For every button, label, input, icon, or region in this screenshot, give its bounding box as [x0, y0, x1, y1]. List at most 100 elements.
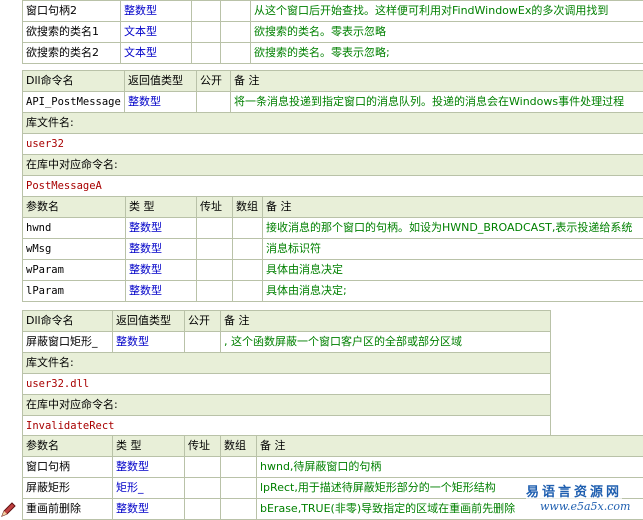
pencil-cursor-icon [0, 502, 16, 518]
param-type[interactable]: 矩形_ [113, 478, 185, 499]
alias-value-row[interactable]: InvalidateRect [23, 416, 551, 437]
param-type-header: 类 型 [126, 197, 197, 218]
param-array[interactable] [221, 457, 257, 478]
param-array[interactable] [233, 218, 263, 239]
param-name[interactable]: lParam [23, 281, 126, 302]
param-byaddr[interactable] [197, 281, 233, 302]
lib-value-row[interactable]: user32.dll [23, 374, 551, 395]
param-type[interactable]: 文本型 [121, 43, 192, 64]
param-type[interactable]: 整数型 [126, 239, 197, 260]
dll-public-cell[interactable] [197, 92, 231, 113]
param-type[interactable]: 整数型 [113, 457, 185, 478]
alias-label: 在库中对应命令名: [23, 395, 551, 416]
param-array[interactable] [221, 478, 257, 499]
param-note[interactable]: 欲搜索的类名。零表示忽略; [251, 43, 643, 64]
alias-value-row[interactable]: PostMessageA [23, 176, 643, 197]
dll-public-cell[interactable] [185, 332, 221, 353]
param-type[interactable]: 整数型 [126, 260, 197, 281]
alias-value[interactable]: InvalidateRect [23, 416, 551, 437]
dll-ret-type[interactable]: 整数型 [125, 92, 197, 113]
param-byaddr[interactable] [185, 499, 221, 520]
param-note[interactable]: 从这个窗口后开始查找。这样便可利用对FindWindowEx的多次调用找到 [251, 1, 643, 22]
table-row[interactable]: wParam 整数型 具体由消息决定 [23, 260, 643, 281]
param-name[interactable]: hwnd [23, 218, 126, 239]
param-type[interactable]: 整数型 [126, 281, 197, 302]
param-name-header: 参数名 [23, 436, 113, 457]
param-name[interactable]: 欲搜索的类名2 [23, 43, 121, 64]
param-array[interactable] [221, 1, 251, 22]
param-note-header: 备 注 [263, 197, 643, 218]
param-name[interactable]: 欲搜索的类名1 [23, 22, 121, 43]
lib-value-row[interactable]: user32 [23, 134, 643, 155]
dll-cmd-header: Dll命令名 [23, 71, 125, 92]
table-row[interactable]: lParam 整数型 具体由消息决定; [23, 281, 643, 302]
watermark-site-name: 易语言资源网 [526, 481, 622, 500]
param-type[interactable]: 整数型 [113, 499, 185, 520]
site-watermark: 易语言资源网 www.e5a5x.com [500, 480, 643, 518]
param-note[interactable]: hwnd,待屏蔽窗口的句柄 [257, 457, 643, 478]
dll-command-table-invalidaterect: Dll命令名 返回值类型 公开 备 注 屏蔽窗口矩形_ 整数型 , 这个函数屏蔽… [22, 310, 551, 437]
dll-cmd-name[interactable]: 屏蔽窗口矩形_ [23, 332, 113, 353]
param-note[interactable]: 欲搜索的类名。零表示忽略 [251, 22, 643, 43]
prev-param-table: 窗口句柄2 整数型 从这个窗口后开始查找。这样便可利用对FindWindowEx… [22, 0, 643, 64]
table-row[interactable]: 窗口句柄 整数型 hwnd,待屏蔽窗口的句柄 [23, 457, 643, 478]
param-name[interactable]: 窗口句柄 [23, 457, 113, 478]
param-array-header: 数组 [221, 436, 257, 457]
dll-ret-type[interactable]: 整数型 [113, 332, 185, 353]
param-byaddr[interactable] [185, 457, 221, 478]
param-byaddr[interactable] [185, 478, 221, 499]
dll-ret-header: 返回值类型 [113, 311, 185, 332]
param-array[interactable] [233, 281, 263, 302]
dll-note-header: 备 注 [221, 311, 551, 332]
param-name[interactable]: wMsg [23, 239, 126, 260]
param-byaddr[interactable] [192, 1, 221, 22]
watermark-url: www.e5a5x.com [540, 500, 630, 513]
param-type[interactable]: 整数型 [121, 1, 192, 22]
param-note[interactable]: 具体由消息决定 [263, 260, 643, 281]
param-byaddr-header: 传址 [185, 436, 221, 457]
param-name[interactable]: 窗口句柄2 [23, 1, 121, 22]
table-row[interactable]: wMsg 整数型 消息标识符 [23, 239, 643, 260]
param-byaddr[interactable] [192, 22, 221, 43]
alias-value[interactable]: PostMessageA [23, 176, 643, 197]
param-array[interactable] [221, 43, 251, 64]
dll-command-table-postmessage: Dll命令名 返回值类型 公开 备 注 API_PostMessage 整数型 … [22, 70, 643, 197]
dll-cmd-header: Dll命令名 [23, 311, 113, 332]
table-row[interactable]: 欲搜索的类名2 文本型 欲搜索的类名。零表示忽略; [23, 43, 643, 64]
param-byaddr[interactable] [197, 218, 233, 239]
lib-file-label: 库文件名: [23, 113, 643, 134]
lib-file-value[interactable]: user32.dll [23, 374, 551, 395]
dll-ret-header: 返回值类型 [125, 71, 197, 92]
param-note[interactable]: 消息标识符 [263, 239, 643, 260]
lib-label-row: 库文件名: [23, 113, 643, 134]
param-name[interactable]: wParam [23, 260, 126, 281]
param-name[interactable]: 重画前删除 [23, 499, 113, 520]
table-row[interactable]: hwnd 整数型 接收消息的那个窗口的句柄。如设为HWND_BROADCAST,… [23, 218, 643, 239]
dll-row[interactable]: 屏蔽窗口矩形_ 整数型 , 这个函数屏蔽一个窗口客户区的全部或部分区域 [23, 332, 551, 353]
param-array[interactable] [233, 239, 263, 260]
dll-note[interactable]: , 这个函数屏蔽一个窗口客户区的全部或部分区域 [221, 332, 551, 353]
table-row[interactable]: 窗口句柄2 整数型 从这个窗口后开始查找。这样便可利用对FindWindowEx… [23, 1, 643, 22]
alias-label: 在库中对应命令名: [23, 155, 643, 176]
dll-row[interactable]: API_PostMessage 整数型 将一条消息投递到指定窗口的消息队列。投递… [23, 92, 643, 113]
dll-header-row: Dll命令名 返回值类型 公开 备 注 [23, 311, 551, 332]
param-name-header: 参数名 [23, 197, 126, 218]
dll-note[interactable]: 将一条消息投递到指定窗口的消息队列。投递的消息会在Windows事件处理过程 [231, 92, 643, 113]
param-byaddr[interactable] [192, 43, 221, 64]
param-name[interactable]: 屏蔽矩形 [23, 478, 113, 499]
param-array[interactable] [221, 22, 251, 43]
table-row[interactable]: 欲搜索的类名1 文本型 欲搜索的类名。零表示忽略 [23, 22, 643, 43]
param-array[interactable] [233, 260, 263, 281]
dll-cmd-name[interactable]: API_PostMessage [23, 92, 125, 113]
param-array[interactable] [221, 499, 257, 520]
lib-file-value[interactable]: user32 [23, 134, 643, 155]
dll-header-row: Dll命令名 返回值类型 公开 备 注 [23, 71, 643, 92]
param-byaddr[interactable] [197, 239, 233, 260]
param-table-postmessage: 参数名 类 型 传址 数组 备 注 hwnd 整数型 接收消息的那个窗口的句柄。… [22, 196, 643, 302]
param-note[interactable]: 具体由消息决定; [263, 281, 643, 302]
param-note[interactable]: 接收消息的那个窗口的句柄。如设为HWND_BROADCAST,表示投递给系统 [263, 218, 643, 239]
param-array-header: 数组 [233, 197, 263, 218]
param-type[interactable]: 整数型 [126, 218, 197, 239]
param-type[interactable]: 文本型 [121, 22, 192, 43]
param-byaddr[interactable] [197, 260, 233, 281]
